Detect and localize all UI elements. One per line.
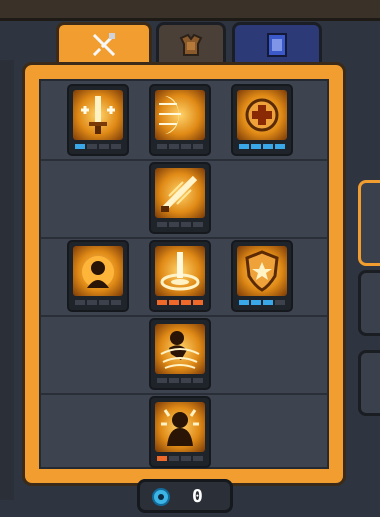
level-pip (193, 300, 203, 305)
skill-level-pips (75, 300, 121, 305)
level-pip (239, 300, 249, 305)
skill-level-pips (239, 300, 285, 305)
level-pip (193, 222, 203, 227)
level-pip (169, 144, 179, 149)
level-pip (263, 300, 273, 305)
level-pip (169, 300, 179, 305)
level-pip (111, 144, 121, 149)
level-pip (87, 144, 97, 149)
skill-level-pips (157, 300, 203, 305)
top-frame (0, 0, 380, 21)
level-pip (181, 144, 191, 149)
level-pip (111, 300, 121, 305)
level-pip (193, 144, 203, 149)
rage-burst-icon (155, 402, 205, 452)
level-pip (263, 144, 273, 149)
level-pip (239, 144, 249, 149)
heal-cross-icon (237, 90, 287, 140)
skill-row-3 (41, 237, 327, 317)
skill-level-pips (239, 144, 285, 149)
currency-counter: 0 (137, 479, 233, 513)
crescent-slash-icon (155, 90, 205, 140)
sword-dash-icon (155, 168, 205, 218)
currency-value: 0 (192, 486, 203, 507)
level-pip (157, 456, 167, 461)
skill-level-pips (75, 144, 121, 149)
side-tab-1[interactable] (358, 180, 380, 266)
skill-slot[interactable] (67, 240, 129, 312)
whirlwind-icon (155, 324, 205, 374)
level-pip (75, 300, 85, 305)
level-pip (251, 300, 261, 305)
level-pip (99, 300, 109, 305)
skill-slot[interactable] (67, 84, 129, 156)
level-pip (169, 456, 179, 461)
skill-level-pips (157, 222, 203, 227)
level-pip (181, 378, 191, 383)
level-pip (193, 456, 203, 461)
flame-aura-icon (73, 246, 123, 296)
level-pip (169, 378, 179, 383)
sword-buff-icon (73, 90, 123, 140)
level-pip (275, 144, 285, 149)
armor-icon (176, 30, 206, 64)
skill-slot[interactable] (149, 84, 211, 156)
skill-level-pips (157, 456, 203, 461)
shield-star-icon (237, 246, 287, 296)
skill-tree-panel (22, 62, 346, 486)
level-pip (275, 300, 285, 305)
ground-strike-icon (155, 246, 205, 296)
skill-slot[interactable] (231, 240, 293, 312)
right-side-tabs (358, 110, 380, 510)
level-pip (157, 378, 167, 383)
level-pip (157, 144, 167, 149)
skill-slot[interactable] (149, 318, 211, 390)
level-pip (251, 144, 261, 149)
level-pip (99, 144, 109, 149)
skill-slot[interactable] (231, 84, 293, 156)
skill-slot[interactable] (149, 162, 211, 234)
level-pip (87, 300, 97, 305)
skill-tree-grid (39, 79, 329, 469)
level-pip (157, 300, 167, 305)
swirl-gem-icon (152, 488, 170, 506)
skill-row-1 (41, 81, 327, 161)
crossed-swords-icon (89, 30, 119, 64)
skill-slot[interactable] (149, 240, 211, 312)
level-pip (181, 300, 191, 305)
skill-row-5 (41, 393, 327, 471)
level-pip (193, 378, 203, 383)
skill-row-2 (41, 159, 327, 239)
level-pip (75, 144, 85, 149)
level-pip (181, 456, 191, 461)
skill-level-pips (157, 378, 203, 383)
level-pip (169, 222, 179, 227)
level-pip (181, 222, 191, 227)
skill-row-4 (41, 315, 327, 395)
left-frame (0, 60, 14, 500)
skill-slot[interactable] (149, 396, 211, 468)
side-tab-3[interactable] (358, 350, 380, 416)
side-tab-2[interactable] (358, 270, 380, 336)
banner-icon (262, 30, 292, 64)
skill-level-pips (157, 144, 203, 149)
level-pip (157, 222, 167, 227)
